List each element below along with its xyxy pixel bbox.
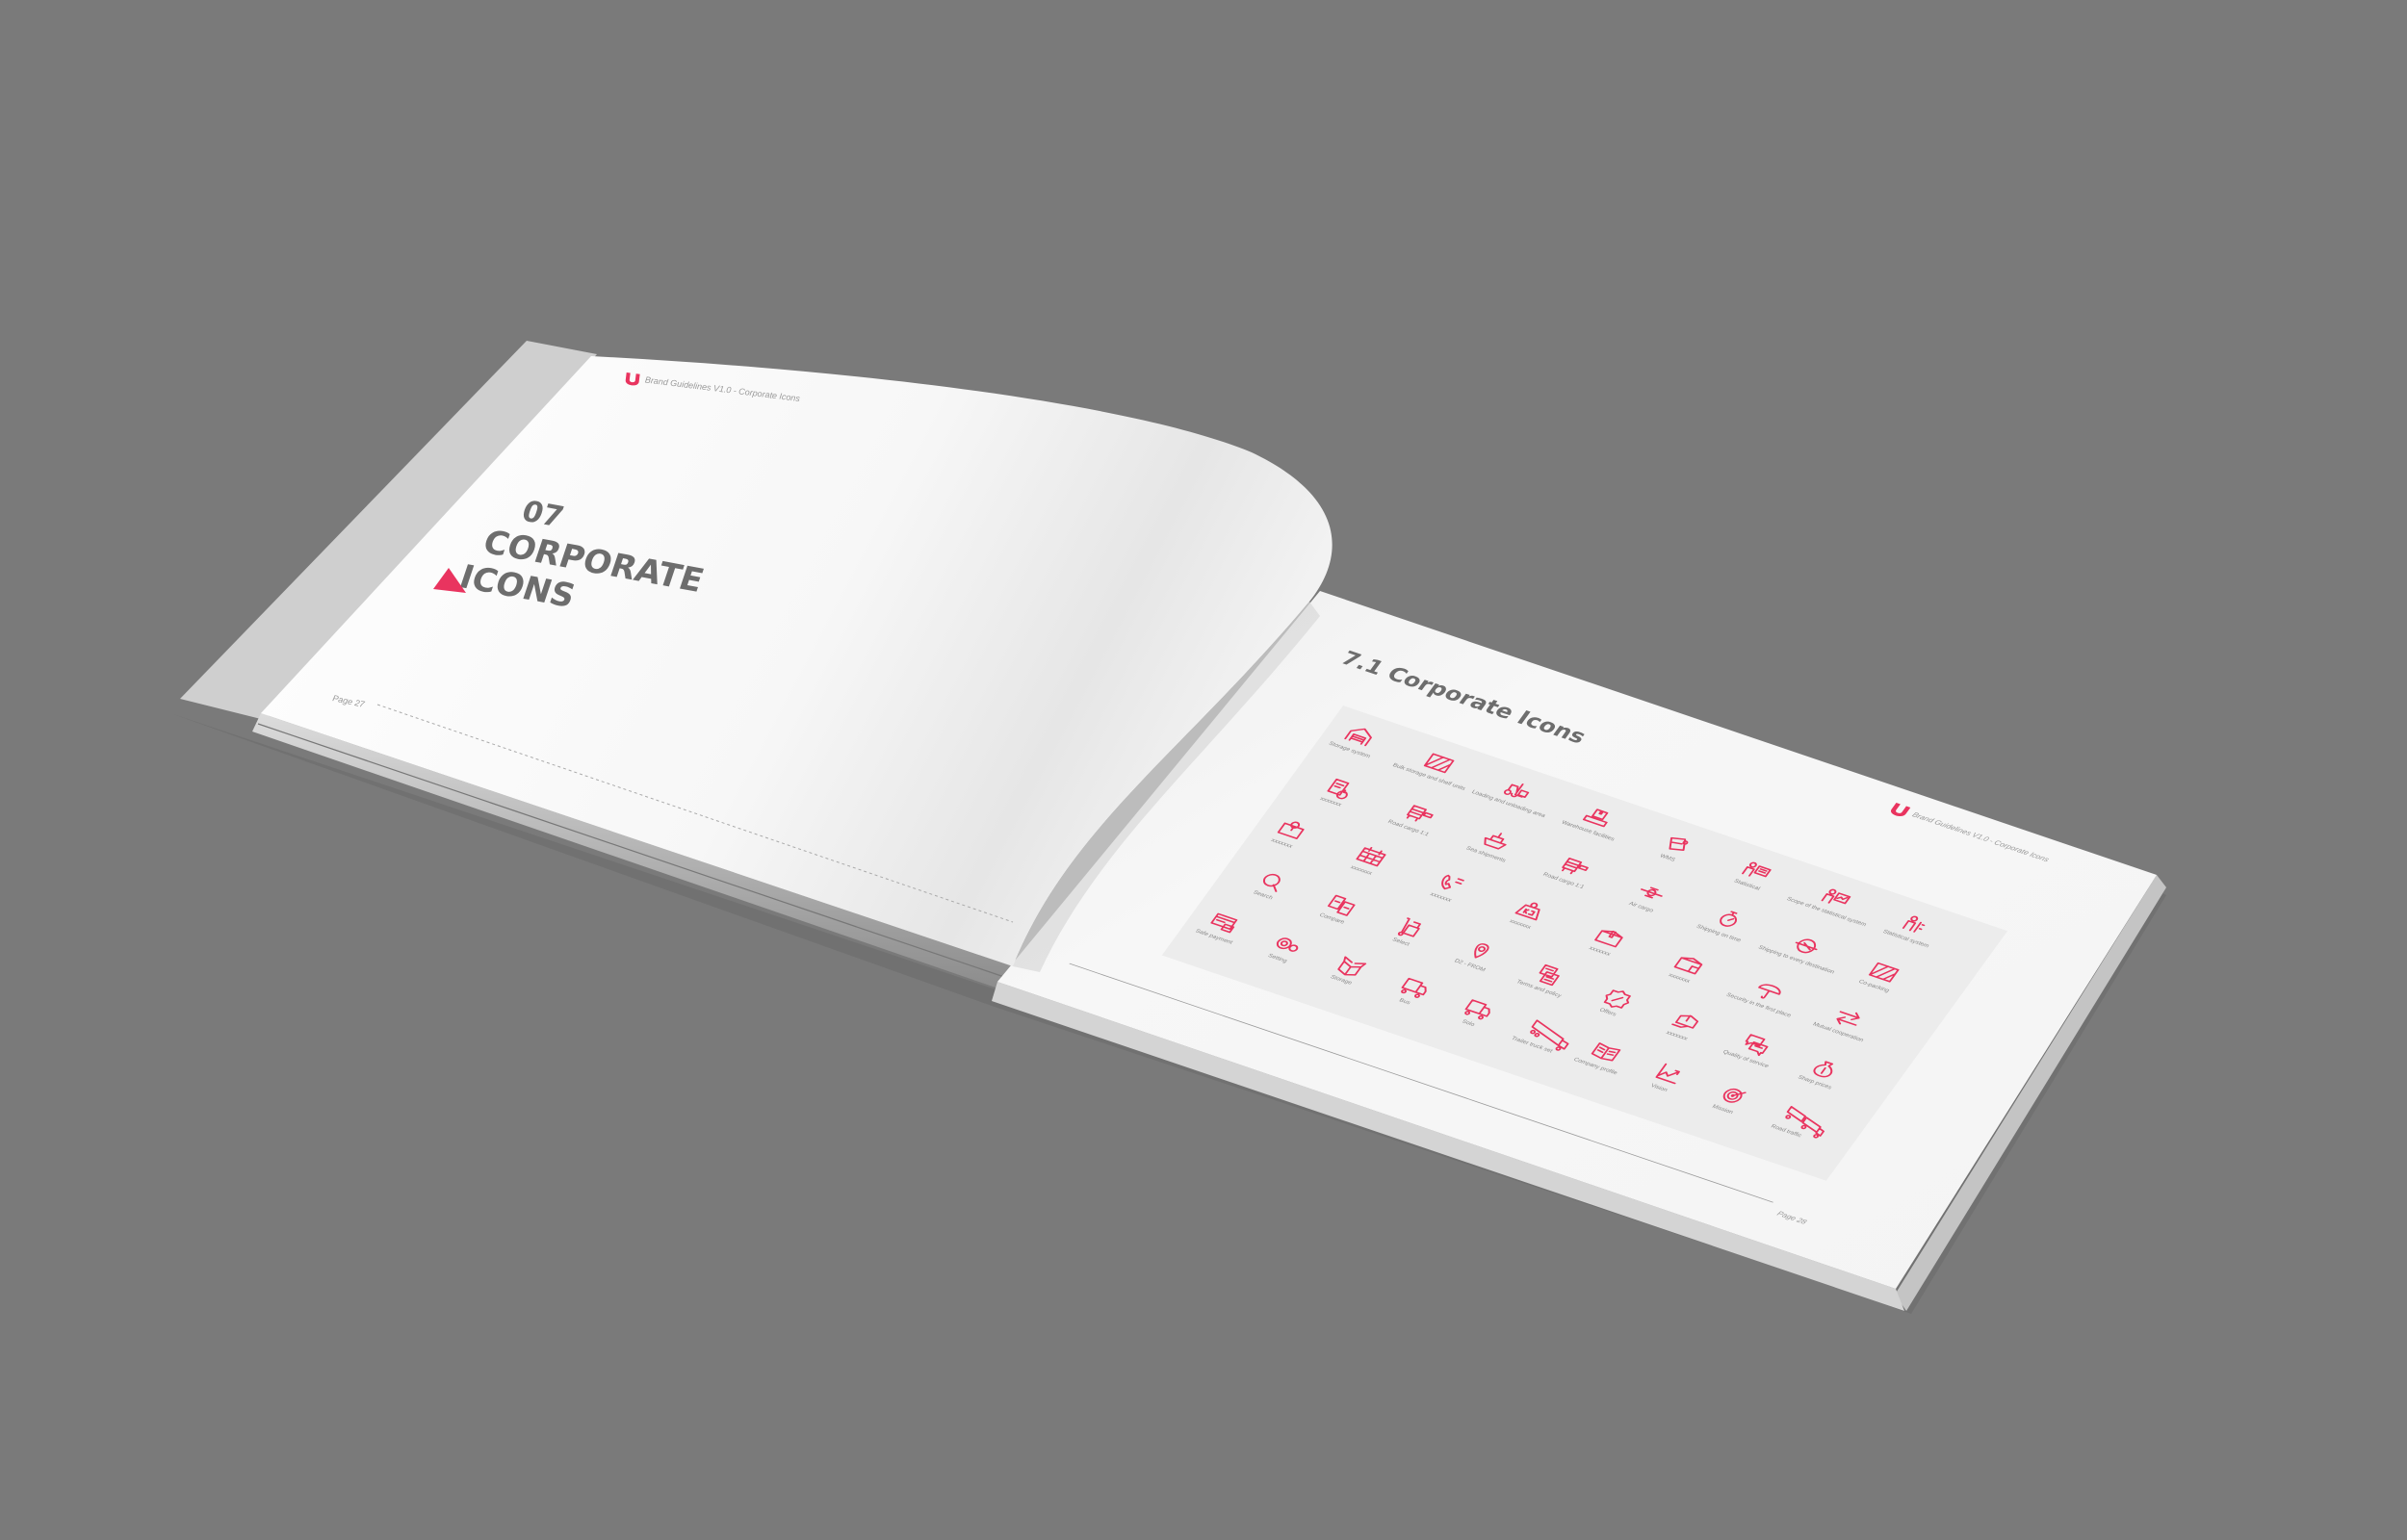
book-mockup-scene: Brand Guidelines V1.0 - Corporate Icons …	[173, 341, 2166, 1314]
